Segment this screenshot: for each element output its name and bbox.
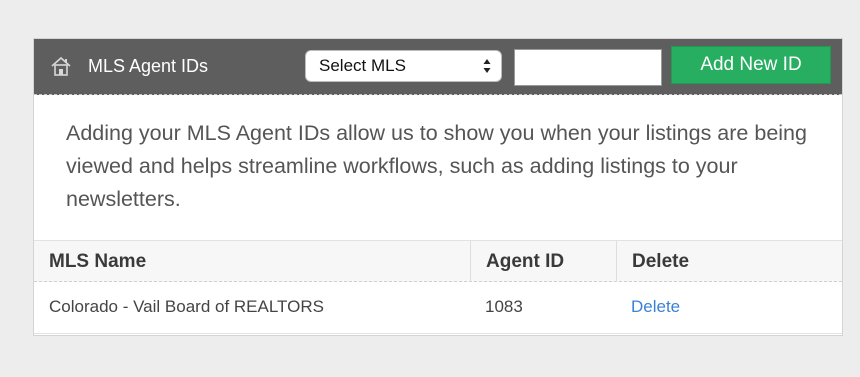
mls-agent-ids-panel: MLS Agent IDs Select MLS Add New ID Addi… [33, 38, 843, 336]
cell-agent-id: 1083 [485, 297, 523, 316]
page-background: MLS Agent IDs Select MLS Add New ID Addi… [0, 0, 860, 377]
table-row: Colorado - Vail Board of REALTORS 1083 D… [34, 282, 842, 334]
add-new-id-button[interactable]: Add New ID [671, 46, 831, 84]
mls-select-value: Select MLS [319, 56, 406, 75]
table-header: MLS Name Agent ID Delete [34, 240, 842, 282]
panel-title: MLS Agent IDs [88, 56, 209, 76]
select-arrows-icon [483, 59, 491, 73]
mls-ids-table: MLS Name Agent ID Delete Colorado - Vail… [34, 240, 842, 334]
panel-header: MLS Agent IDs Select MLS Add New ID [34, 39, 842, 95]
column-header-agent-id: Agent ID [470, 241, 616, 282]
delete-link[interactable]: Delete [631, 297, 680, 316]
cell-mls-name: Colorado - Vail Board of REALTORS [49, 297, 324, 316]
intro-description: Adding your MLS Agent IDs allow us to sh… [66, 121, 807, 211]
agent-id-input[interactable] [514, 49, 662, 86]
home-icon [51, 56, 71, 76]
column-header-delete: Delete [616, 241, 842, 282]
cell-delete: Delete [616, 282, 842, 332]
column-header-mls-name: MLS Name [49, 251, 147, 272]
mls-select[interactable]: Select MLS [305, 50, 502, 82]
